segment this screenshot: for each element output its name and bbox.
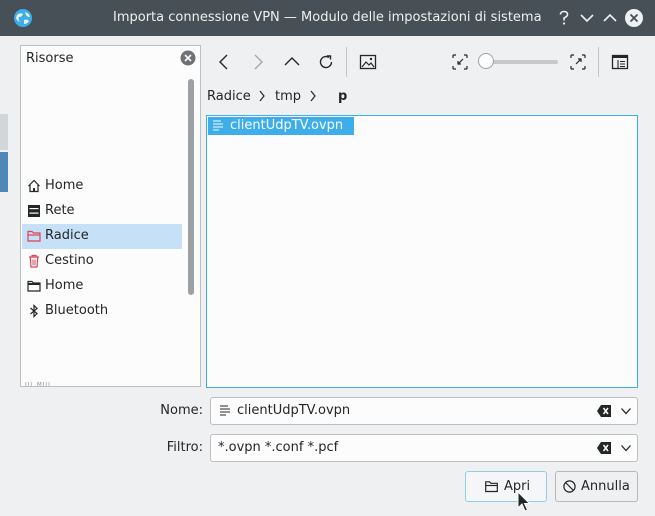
refresh-icon — [319, 55, 333, 69]
breadcrumb-item-tmp[interactable]: tmp — [275, 89, 301, 104]
place-trash[interactable]: Cestino — [22, 249, 182, 274]
help-icon — [559, 10, 569, 25]
chevron-right-icon[interactable] — [309, 90, 317, 102]
zoom-out-button[interactable] — [447, 49, 473, 75]
close-icon — [625, 9, 643, 27]
file-list[interactable]: clientUdpTV.ovpn — [206, 115, 638, 388]
clear-icon[interactable] — [596, 404, 612, 418]
chevron-down-icon[interactable] — [620, 442, 632, 454]
zoom-slider-handle[interactable] — [478, 53, 494, 69]
place-home[interactable]: Home — [22, 174, 182, 199]
place-label: Radice — [45, 228, 89, 243]
close-panel-icon[interactable] — [180, 50, 196, 66]
image-icon — [359, 54, 377, 70]
chevron-up-icon — [603, 13, 617, 22]
network-icon — [28, 205, 40, 217]
place-network[interactable]: Rete — [22, 199, 182, 224]
preview-button[interactable] — [355, 49, 381, 75]
maximize-button[interactable] — [600, 8, 620, 28]
title-bar: Importa connessione VPN — Modulo delle i… — [0, 0, 655, 36]
zoom-out-icon — [452, 54, 468, 70]
chevron-down-icon[interactable] — [620, 405, 632, 417]
help-button[interactable] — [554, 8, 574, 28]
folder-icon — [27, 280, 41, 292]
arrow-up-icon — [284, 57, 300, 66]
chevron-down-icon — [580, 14, 594, 23]
breadcrumb-item-root[interactable]: Radice — [207, 89, 251, 104]
places-list: Home Rete Radice Cestino Home Bluetooth — [22, 174, 182, 324]
filter-input[interactable]: *.ovpn *.conf *.pcf — [218, 440, 338, 455]
clear-icon[interactable] — [596, 441, 612, 455]
folder-red-icon — [27, 230, 41, 242]
close-window-button[interactable] — [624, 8, 644, 28]
name-input[interactable]: clientUdpTV.ovpn — [237, 403, 350, 418]
chevron-right-icon[interactable] — [258, 90, 266, 102]
place-label: Home — [45, 178, 84, 193]
forward-button[interactable] — [245, 49, 271, 75]
cancel-button[interactable]: Annulla — [555, 471, 638, 502]
toolbar-separator — [598, 47, 599, 77]
place-home-folder[interactable]: Home — [22, 274, 182, 299]
file-item[interactable]: clientUdpTV.ovpn — [208, 117, 354, 135]
filter-label: Filtro: — [166, 440, 203, 455]
arrow-right-icon — [254, 54, 263, 70]
background-window-edge — [0, 36, 8, 516]
window-title: Importa connessione VPN — Modulo delle i… — [113, 10, 542, 25]
text-file-icon — [220, 405, 230, 416]
name-combobox[interactable]: clientUdpTV.ovpn — [210, 397, 638, 425]
toolbar-separator — [346, 47, 347, 77]
folder-open-icon — [485, 481, 498, 493]
mouse-cursor-icon — [517, 491, 531, 512]
options-button[interactable] — [607, 49, 633, 75]
arrow-left-icon — [219, 54, 228, 70]
back-button[interactable] — [211, 49, 237, 75]
clipped-place-label: ᴵᴵᴵ ᴹᴵᴵᴵ — [25, 382, 51, 392]
minimize-button[interactable] — [577, 8, 597, 28]
cancel-button-label: Annulla — [581, 479, 630, 494]
zoom-in-button[interactable] — [565, 49, 591, 75]
place-label: Bluetooth — [45, 303, 109, 318]
panel-options-icon — [611, 54, 629, 70]
places-scrollbar[interactable] — [188, 79, 194, 295]
home-icon — [28, 179, 40, 193]
up-button[interactable] — [279, 49, 305, 75]
breadcrumb-item-current[interactable]: p — [338, 89, 347, 104]
place-label: Home — [45, 278, 84, 293]
zoom-in-icon — [570, 54, 586, 70]
reload-button[interactable] — [313, 49, 339, 75]
filter-combobox[interactable]: *.ovpn *.conf *.pcf — [210, 434, 638, 462]
place-bluetooth[interactable]: Bluetooth — [22, 299, 182, 324]
place-root[interactable]: Radice — [22, 224, 182, 249]
trash-icon — [29, 254, 39, 268]
bluetooth-icon — [30, 304, 38, 318]
open-button[interactable]: Apri — [465, 471, 547, 502]
places-panel: Risorse Home Rete Radice Cestino Home Bl… — [20, 45, 201, 392]
place-label: Cestino — [45, 253, 94, 268]
globe-icon — [14, 9, 32, 27]
places-panel-title: Risorse — [26, 51, 74, 66]
text-file-icon — [213, 120, 223, 131]
place-label: Rete — [45, 203, 75, 218]
file-name: clientUdpTV.ovpn — [230, 118, 344, 133]
zoom-slider-track[interactable] — [484, 60, 558, 64]
cancel-icon — [563, 480, 576, 493]
name-label: Nome: — [160, 403, 203, 418]
